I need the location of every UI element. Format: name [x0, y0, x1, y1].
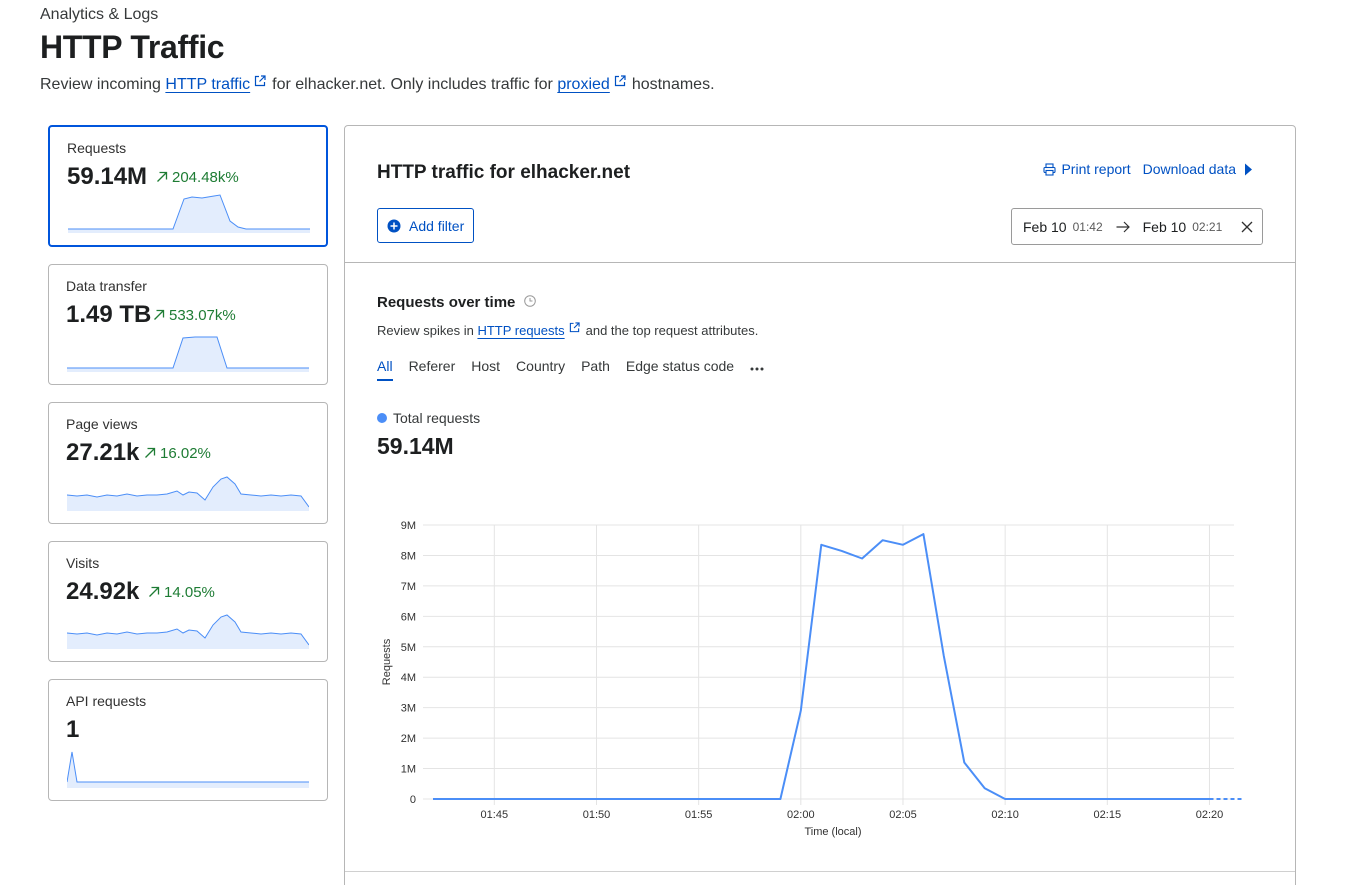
metric-card-change: 204.48k% — [156, 169, 239, 186]
y-tick-label: 1M — [401, 764, 416, 776]
y-tick-label: 4M — [401, 672, 416, 684]
breadcrumb: Analytics & Logs — [40, 6, 159, 23]
metric-card-label: Requests — [67, 140, 127, 156]
x-tick-label: 02:15 — [1094, 809, 1122, 821]
proxied-link[interactable]: proxied — [557, 76, 609, 93]
y-tick-label: 0 — [410, 794, 416, 806]
page-desc-text-2: for elhacker.net. Only includes traffic … — [272, 76, 558, 93]
metric-card-change: 14.05% — [148, 584, 215, 601]
metric-card-change: 16.02% — [144, 445, 211, 462]
external-link-icon — [614, 75, 626, 87]
x-tick-label: 02:20 — [1196, 809, 1224, 821]
x-tick-label: 02:00 — [787, 809, 815, 821]
api-requests-sparkline — [67, 751, 309, 788]
metric-card-change-value: 204.48k% — [172, 169, 239, 186]
page-description: Review incoming HTTP traffic for elhacker… — [40, 75, 715, 94]
series-line-total-requests — [433, 533, 1210, 800]
metric-card-label: Visits — [66, 555, 100, 571]
arrow-up-right-icon — [149, 586, 160, 597]
y-tick-label: 9M — [401, 520, 416, 532]
metric-card-label: API requests — [66, 693, 147, 709]
y-tick-label: 5M — [401, 642, 416, 654]
metric-card-api-requests[interactable]: API requests 1 — [48, 679, 328, 801]
x-axis-title: Time (local) — [804, 826, 861, 838]
page-desc-text-1: Review incoming — [40, 76, 166, 93]
arrow-up-right-icon — [157, 171, 168, 182]
metric-card-value: 59.14M — [67, 163, 148, 190]
metric-card-change-value: 16.02% — [160, 445, 211, 462]
metric-card-value: 1 — [66, 716, 80, 743]
metric-card-label: Data transfer — [66, 278, 147, 294]
y-tick-label: 3M — [401, 703, 416, 715]
metric-card-change: 533.07k% — [153, 307, 236, 324]
data-transfer-sparkline — [67, 336, 309, 372]
metric-card-change-value: 14.05% — [164, 584, 215, 601]
visits-sparkline — [67, 614, 309, 649]
x-tick-label: 01:50 — [583, 809, 611, 821]
x-tick-label: 01:45 — [481, 809, 509, 821]
arrow-up-right-icon — [145, 447, 156, 458]
metric-card-requests[interactable]: Requests 59.14M 204.48k% — [48, 125, 328, 247]
metric-card-value: 24.92k — [66, 578, 140, 605]
metric-card-data-transfer[interactable]: Data transfer 1.49 TB 533.07k% — [48, 264, 328, 385]
y-tick-label: 2M — [401, 733, 416, 745]
page-desc-text-3: hostnames. — [631, 76, 715, 93]
metric-card-label: Page views — [66, 416, 138, 432]
metric-card-value: 1.49 TB — [66, 301, 152, 328]
x-tick-label: 02:05 — [889, 809, 917, 821]
page-views-sparkline — [67, 476, 309, 511]
x-tick-label: 01:55 — [685, 809, 713, 821]
requests-over-time-chart: 0 1M 2M 3M 4M 5M 6M 7M 8M 9M 01:45 01:50 01:55 02:00 0… — [381, 520, 1244, 838]
metric-card-page-views[interactable]: Page views 27.21k 16.02% — [48, 402, 328, 524]
metric-card-value: 27.21k — [66, 439, 140, 466]
panel-bottom-divider — [345, 871, 1295, 872]
arrow-up-right-icon — [154, 309, 165, 320]
y-tick-label: 8M — [401, 550, 416, 562]
metric-card-visits[interactable]: Visits 24.92k 14.05% — [48, 541, 328, 662]
y-tick-label: 7M — [401, 581, 416, 593]
y-tick-label: 6M — [401, 611, 416, 623]
http-traffic-panel: HTTP traffic for elhacker.net Print repo… — [344, 125, 1296, 885]
page-title: HTTP Traffic — [40, 29, 225, 65]
external-link-icon — [255, 75, 266, 87]
metric-card-change-value: 533.07k% — [169, 307, 236, 324]
http-traffic-link[interactable]: HTTP traffic — [165, 76, 250, 93]
requests-sparkline — [68, 194, 310, 233]
y-axis-title: Requests — [381, 638, 393, 685]
x-tick-label: 02:10 — [991, 809, 1019, 821]
